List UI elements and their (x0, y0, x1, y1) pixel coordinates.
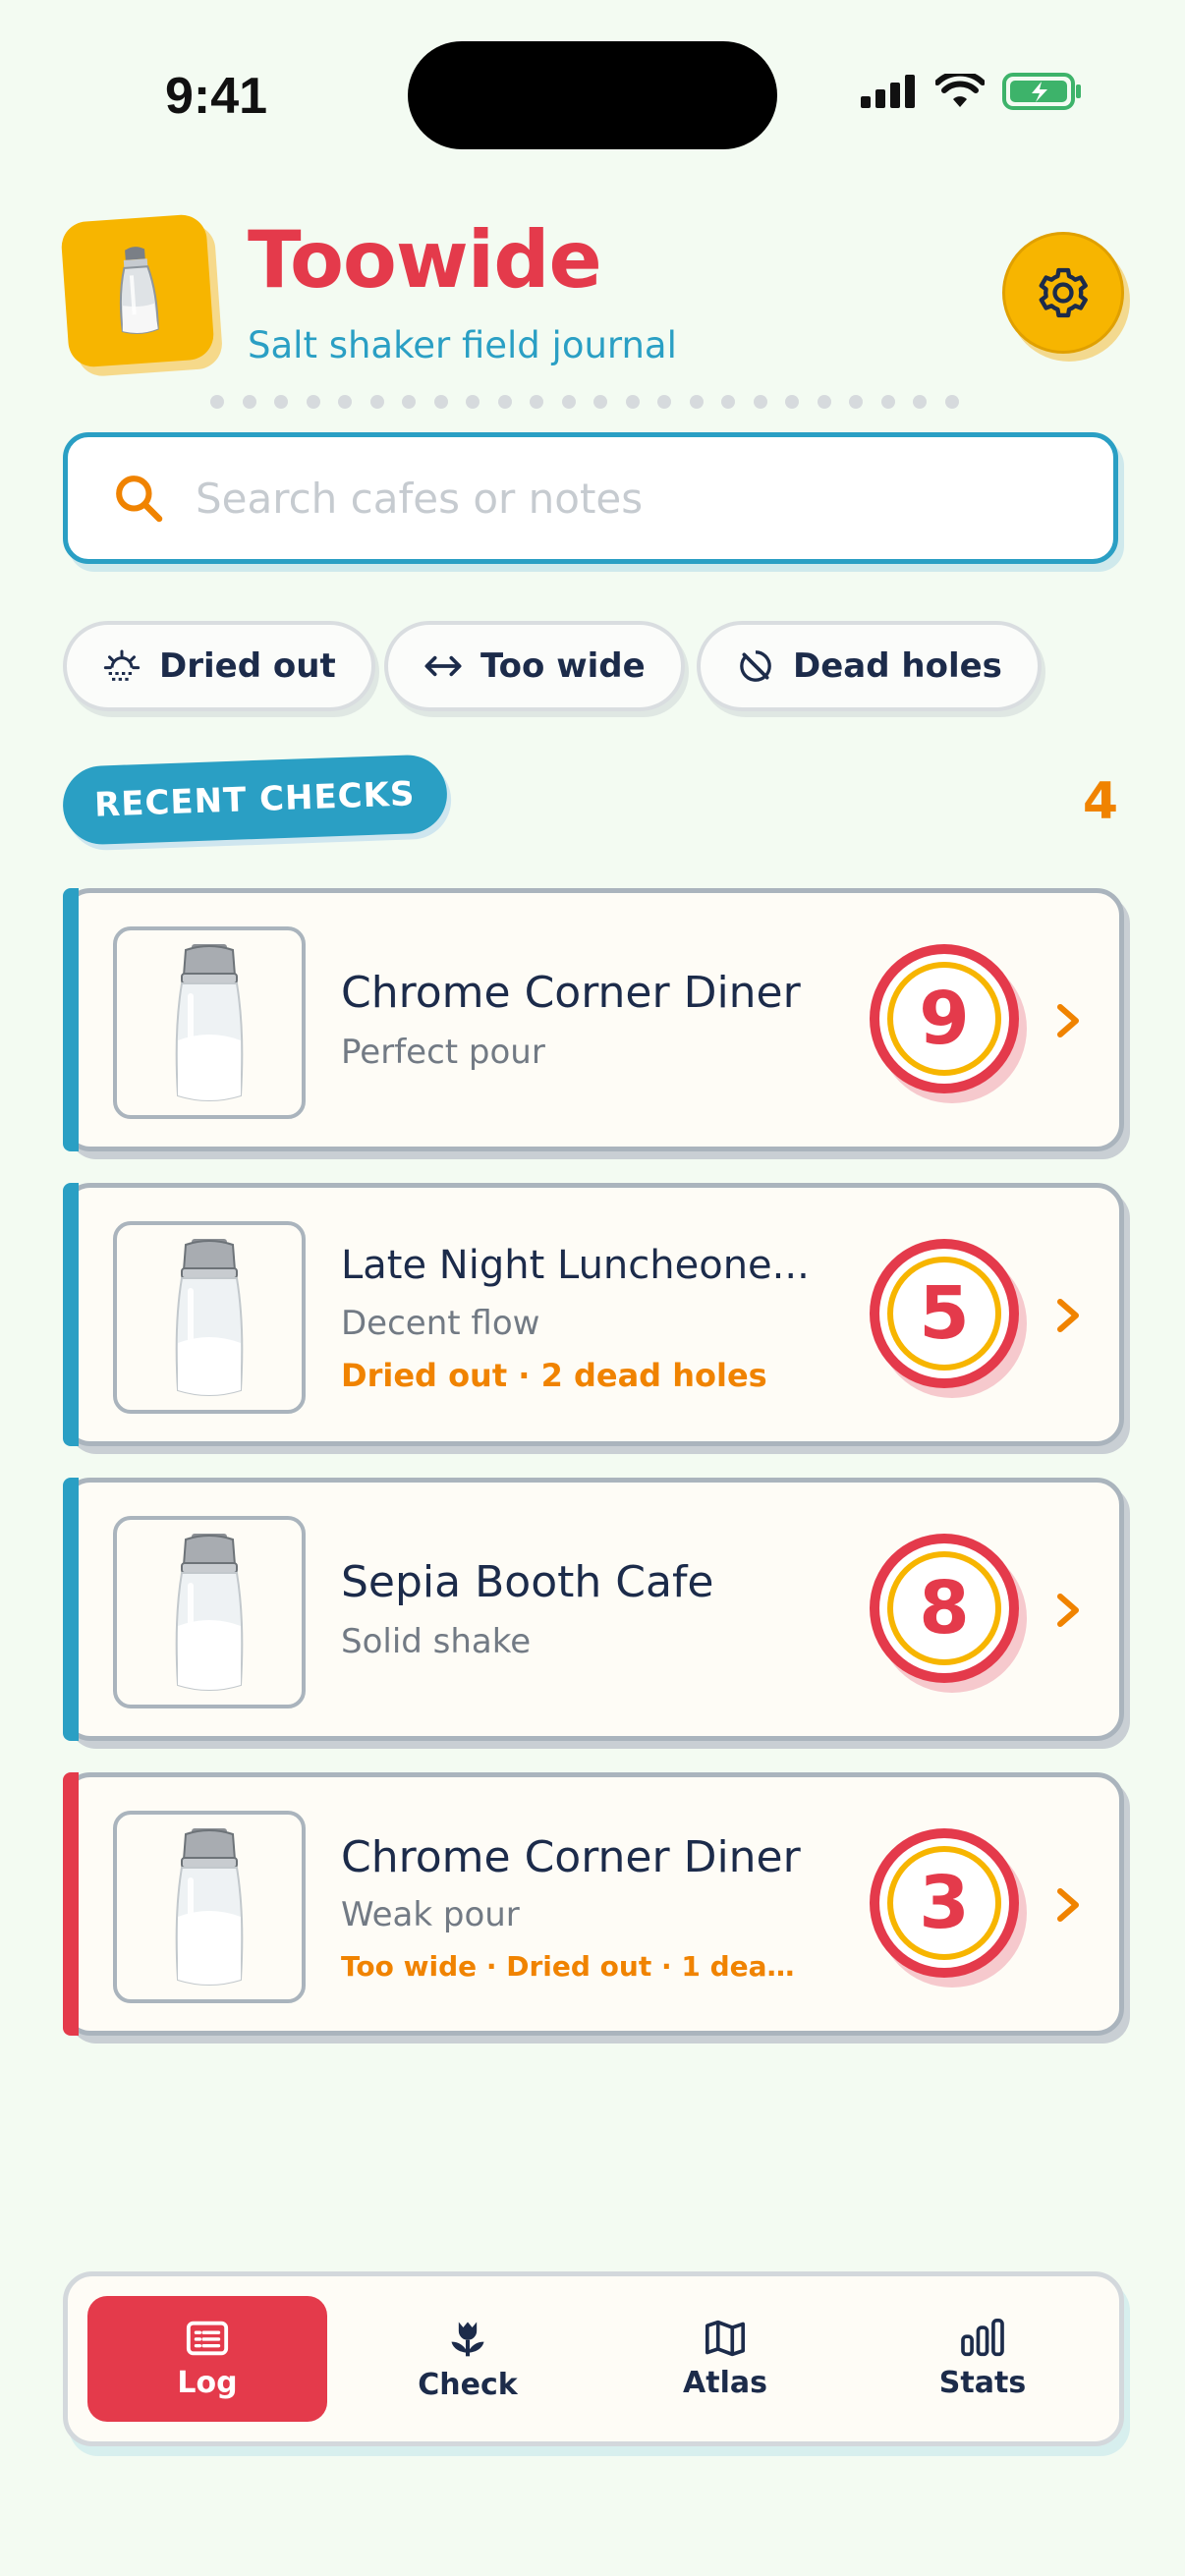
chevron-right-icon (1057, 1888, 1079, 1922)
map-icon (705, 2320, 745, 2356)
nav-log[interactable]: Log (87, 2296, 327, 2422)
card-accent (63, 1772, 79, 2036)
score-badge: 9 (870, 944, 1019, 1093)
bottom-nav: Log Check Atlas Stats (63, 2271, 1124, 2446)
nav-atlas[interactable]: Atlas (605, 2296, 845, 2422)
pour-description: Weak pour (341, 1895, 520, 1934)
wifi-icon (935, 74, 985, 107)
cafe-name: Chrome Corner Diner (341, 1832, 801, 1882)
app-title: Toowide (248, 214, 602, 306)
salt-shaker-image (175, 1534, 244, 1691)
salt-shaker-image (175, 1239, 244, 1396)
score-value: 8 (887, 1551, 1001, 1665)
issues-text: Too wide · Dried out · 1 dead h... (341, 1950, 803, 1983)
chevron-right-icon (1057, 1299, 1079, 1332)
filter-dried-out[interactable]: Dried out (63, 621, 375, 711)
score-value: 3 (887, 1846, 1001, 1960)
battery-icon (1002, 73, 1081, 110)
chip-label: Too wide (480, 646, 646, 686)
list-icon (186, 2321, 229, 2355)
blocked-circle-icon (740, 650, 771, 682)
section-title: RECENT CHECKS (61, 754, 448, 846)
dynamic-island (408, 41, 777, 149)
divider-dots (210, 395, 959, 409)
score-badge: 8 (870, 1534, 1019, 1683)
app-subtitle: Salt shaker field journal (248, 324, 677, 366)
search-input[interactable] (194, 473, 1062, 524)
cafe-name: Sepia Booth Cafe (341, 1557, 714, 1607)
card-accent (63, 1183, 79, 1446)
cafe-name: Late Night Luncheone... (341, 1243, 810, 1288)
chip-label: Dead holes (793, 646, 1002, 686)
arrows-horizontal-icon (424, 655, 462, 677)
search-bar[interactable] (63, 432, 1118, 564)
status-icons (861, 73, 1083, 110)
salt-shaker-icon (119, 247, 159, 335)
shaker-thumbnail (113, 926, 306, 1119)
check-card[interactable]: Chrome Corner Diner Weak pour Too wide ·… (63, 1772, 1124, 2036)
chevron-right-icon (1057, 1004, 1079, 1037)
score-value: 9 (887, 962, 1001, 1076)
gear-icon (1039, 267, 1088, 318)
pour-description: Perfect pour (341, 1033, 545, 1072)
shaker-thumbnail (113, 1516, 306, 1708)
chevron-right-icon (1057, 1594, 1079, 1627)
section-count: 4 (1082, 772, 1118, 831)
pour-description: Solid shake (341, 1622, 532, 1661)
search-icon (116, 476, 163, 523)
score-value: 5 (887, 1257, 1001, 1371)
issues-text: Dried out · 2 dead holes (341, 1357, 767, 1394)
salt-shaker-image (175, 1828, 244, 1986)
nav-label: Log (177, 2365, 238, 2400)
nav-label: Atlas (683, 2365, 767, 2400)
tulip-icon (451, 2322, 484, 2356)
signal-icon (861, 75, 915, 108)
filter-dead-holes[interactable]: Dead holes (697, 621, 1042, 711)
score-badge: 3 (870, 1828, 1019, 1978)
salt-shaker-image (175, 944, 244, 1101)
check-card[interactable]: Sepia Booth Cafe Solid shake 8 (63, 1478, 1124, 1741)
nav-stats[interactable]: Stats (863, 2296, 1102, 2422)
pour-description: Decent flow (341, 1304, 540, 1343)
settings-button[interactable] (1002, 232, 1124, 354)
cafe-name: Chrome Corner Diner (341, 968, 801, 1018)
check-card[interactable]: Late Night Luncheone... Decent flow Drie… (63, 1183, 1124, 1446)
check-card[interactable]: Chrome Corner Diner Perfect pour 9 (63, 888, 1124, 1151)
shaker-thumbnail (113, 1221, 306, 1414)
status-time: 9:41 (165, 68, 268, 125)
chip-label: Dried out (159, 646, 336, 686)
nav-label: Check (418, 2367, 518, 2402)
card-accent (63, 1478, 79, 1741)
bar-chart-icon (961, 2318, 1004, 2356)
shaker-thumbnail (113, 1811, 306, 2003)
card-accent (63, 888, 79, 1151)
filter-too-wide[interactable]: Too wide (384, 621, 685, 711)
nav-check[interactable]: Check (348, 2296, 588, 2422)
score-badge: 5 (870, 1239, 1019, 1388)
app-logo (60, 213, 215, 368)
sun-dry-icon (103, 649, 141, 681)
nav-label: Stats (938, 2365, 1027, 2400)
